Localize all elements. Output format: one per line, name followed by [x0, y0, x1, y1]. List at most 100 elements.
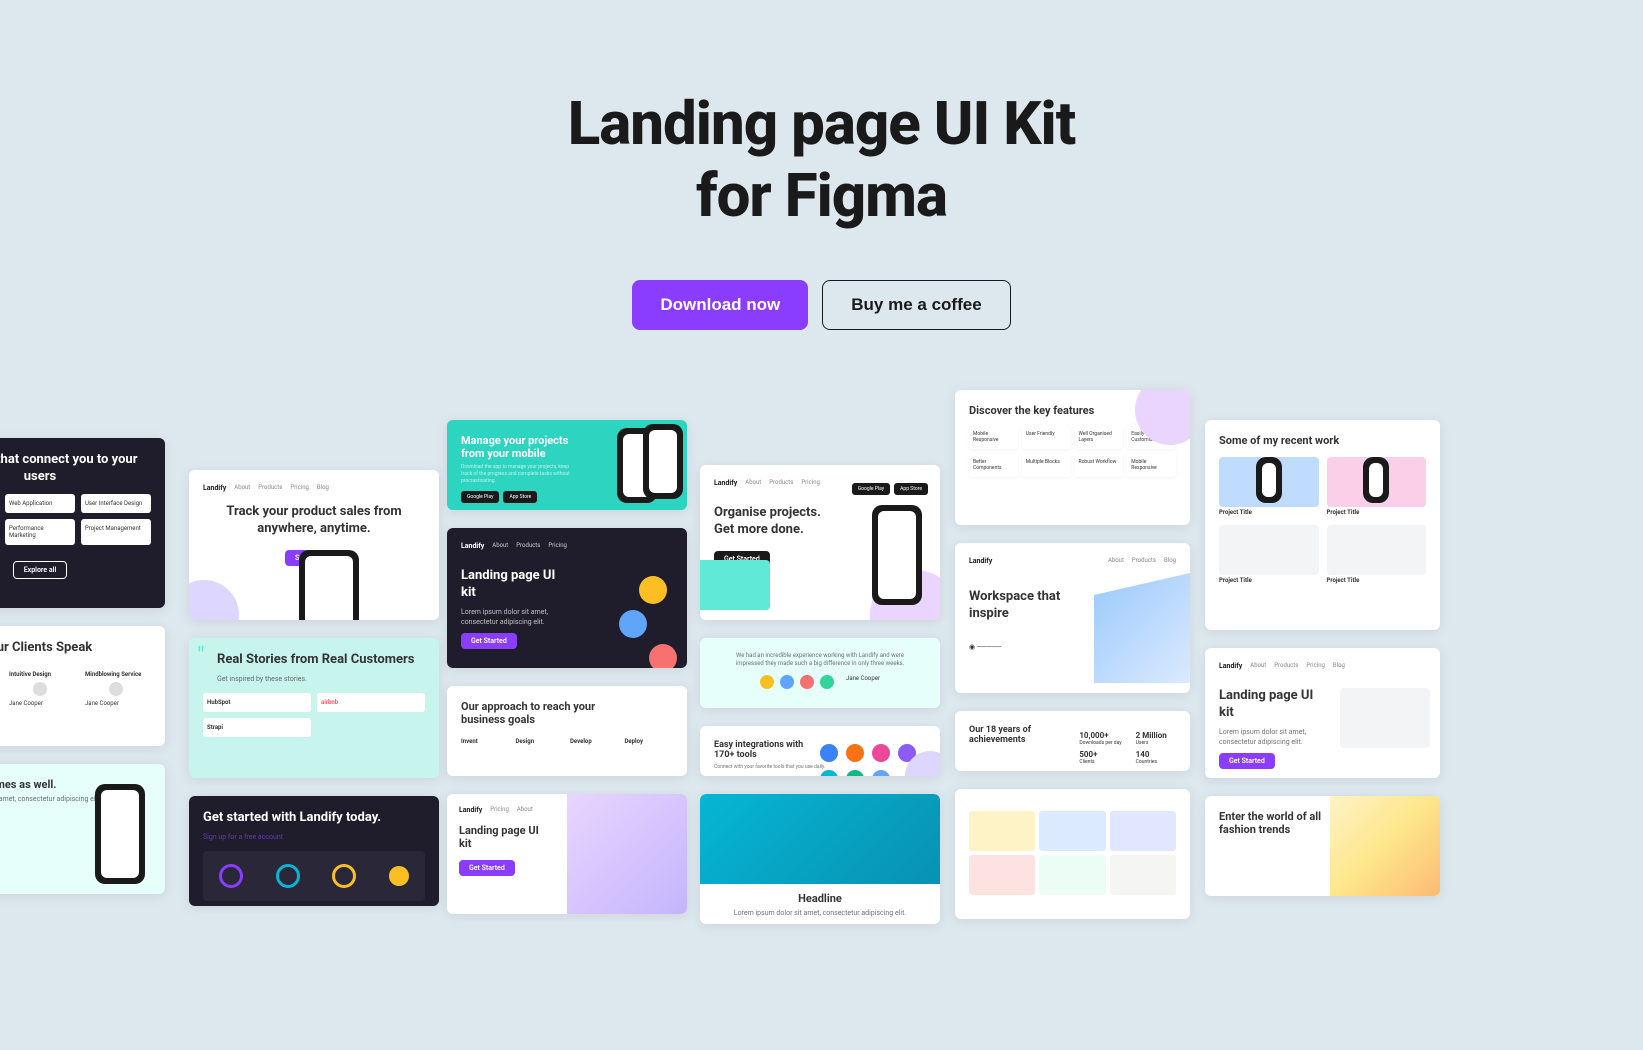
quote-text: We had an incredible experience working … — [730, 652, 910, 669]
card-title: Track your product sales from anywhere, … — [203, 504, 425, 538]
card-nav: LandifyAboutProductsPricingBlog — [203, 484, 425, 492]
gallery-col-4: LandifyAboutProductsPricing Google PlayA… — [700, 465, 940, 942]
service-item: Project Management — [81, 519, 151, 545]
card-title: Our Clients Speak — [0, 640, 151, 657]
testimonials-grid: Efficient CollaboratingJane Cooper Intui… — [0, 665, 151, 713]
gallery-col-2: LandifyAboutProductsPricingBlog Track yo… — [189, 470, 439, 924]
testimonial-item: Intuitive DesignJane Cooper — [5, 665, 75, 713]
avatar — [760, 675, 774, 689]
tool-icon — [872, 744, 890, 762]
avatar — [639, 576, 667, 604]
card-title: Workspace that inspire — [969, 589, 1069, 623]
stat-item: 2 MillionUsers — [1136, 731, 1178, 746]
testimonial-item: Mindblowing ServiceJane Cooper — [81, 665, 151, 713]
card-features: Discover the key features Mobile Respons… — [955, 390, 1190, 525]
services-grid: Branding Web Application User Interface … — [0, 494, 151, 545]
gallery-col-6: Some of my recent work Project Title Pro… — [1205, 420, 1440, 914]
phone-icon — [299, 550, 359, 620]
hero-section: Landing page UI Kit for Figma Download n… — [0, 0, 1643, 330]
card-fashion: Enter the world of all fashion trends — [1205, 796, 1440, 896]
app-store-badge[interactable]: App Store — [894, 483, 928, 495]
card-achievements: Our 18 years of achievements 10,000+Down… — [955, 711, 1190, 771]
app-store-badge[interactable]: App Store — [503, 491, 537, 503]
laptop-image — [567, 794, 687, 914]
building-image — [1070, 573, 1190, 683]
feature-item: Mobile Responsive — [1127, 453, 1176, 477]
google-play-badge[interactable]: Google Play — [852, 483, 890, 495]
get-started-button[interactable]: Get Started — [461, 633, 517, 649]
card-title: Landing page UI kit — [1219, 688, 1319, 722]
card-workspace: LandifyAboutProductsBlog Workspace that … — [955, 543, 1190, 693]
download-now-button[interactable]: Download now — [632, 280, 808, 330]
card-real-stories: " Real Stories from Real Customers Get i… — [189, 638, 439, 778]
phone-icon — [872, 505, 922, 605]
hero-title-line1: Landing page UI Kit — [568, 88, 1075, 159]
card-services: Services that connect you to your users … — [0, 438, 165, 608]
card-rooms — [955, 789, 1190, 919]
card-nav: LandifyAboutProductsBlog — [969, 557, 1176, 565]
room-image — [1039, 811, 1105, 851]
project-item: Project Title — [1219, 525, 1319, 585]
get-started-button[interactable]: Get Started — [459, 860, 515, 876]
stat-item: 10,000+Downloads per day — [1079, 731, 1121, 746]
gallery-col-3: Manage your projects from your mobile Do… — [447, 420, 687, 932]
card-title: Easy integrations with 170+ tools — [714, 740, 804, 760]
product-image — [700, 794, 940, 884]
card-clients-speak: Our Clients Speak Efficient Collaboratin… — [0, 626, 165, 746]
service-item: User Interface Design — [81, 494, 151, 513]
card-title: Our 18 years of achievements — [969, 725, 1059, 745]
service-item: Performance Marketing — [5, 519, 75, 545]
card-lp-light: LandifyPricingAbout Landing page UI kit … — [447, 794, 687, 914]
card-title: Real Stories from Real Customers — [217, 652, 425, 669]
card-track-sales: LandifyAboutProductsPricingBlog Track yo… — [189, 470, 439, 620]
gallery-col-5: Discover the key features Mobile Respons… — [955, 390, 1190, 937]
card-desc: Lorem ipsum dolor sit amet, consectetur … — [461, 608, 581, 628]
get-started-button[interactable]: Get Started — [1219, 753, 1275, 769]
feature-item: Mobile Responsive — [969, 425, 1018, 449]
card-desc: Download the app to manage your projects… — [461, 464, 581, 485]
feature-item: Multiple Blocks — [1022, 453, 1071, 477]
avatar — [780, 675, 794, 689]
card-title: Enter the world of all fashion trends — [1219, 810, 1329, 836]
tool-icon — [820, 770, 838, 776]
card-manage-mobile: Manage your projects from your mobile Do… — [447, 420, 687, 510]
project-item: Project Title — [1327, 455, 1427, 517]
card-testimonial-strip: We had an incredible experience working … — [700, 638, 940, 708]
card-title: Some of my recent work — [1219, 434, 1426, 447]
card-sub: Get inspired by these stories. — [217, 675, 425, 685]
explore-all-button[interactable]: Explore all — [13, 561, 68, 579]
card-sub: Sign up for a free account — [203, 833, 425, 843]
room-image — [969, 855, 1035, 895]
card-approach: Our approach to reach your business goal… — [447, 686, 687, 776]
tool-icon — [846, 770, 864, 776]
card-title: Headline — [708, 892, 932, 905]
card-title: Services that connect you to your users — [0, 452, 151, 486]
service-item: Web Application — [5, 494, 75, 513]
phone-icon — [95, 784, 145, 884]
approach-item: Deploy — [625, 736, 674, 746]
card-nav: LandifyAboutProductsPricingBlog — [1219, 662, 1426, 670]
buy-coffee-button[interactable]: Buy me a coffee — [822, 280, 1010, 330]
avatar — [619, 610, 647, 638]
avatar — [649, 644, 677, 668]
card-get-started: Get started with Landify today. Sign up … — [189, 796, 439, 906]
room-image — [1110, 855, 1176, 895]
feature-item: Well Organised Layers — [1075, 425, 1124, 449]
approach-item: Develop — [570, 736, 619, 746]
card-desc: Lorem ipsum dolor sit amet, consectetur … — [1219, 728, 1339, 748]
tool-icon — [846, 744, 864, 762]
card-title-here: Title here. Comes as well. Lorem ipsum d… — [0, 764, 165, 894]
approach-item: Design — [516, 736, 565, 746]
card-organise: LandifyAboutProductsPricing Google PlayA… — [700, 465, 940, 620]
room-image — [969, 811, 1035, 851]
card-headline: Headline Lorem ipsum dolor sit amet, con… — [700, 794, 940, 924]
cta-row: Download now Buy me a coffee — [0, 280, 1643, 330]
card-title: Manage your projects from your mobile — [461, 434, 581, 460]
feature-item: Better Components — [969, 453, 1018, 477]
stat-item: 140Countries — [1136, 750, 1178, 765]
google-play-badge[interactable]: Google Play — [461, 491, 499, 503]
card-title: Organise projects. Get more done. — [714, 505, 824, 539]
tool-icon — [820, 744, 838, 762]
card-recent-work: Some of my recent work Project Title Pro… — [1205, 420, 1440, 630]
hero-title-line2: for Figma — [696, 160, 947, 231]
